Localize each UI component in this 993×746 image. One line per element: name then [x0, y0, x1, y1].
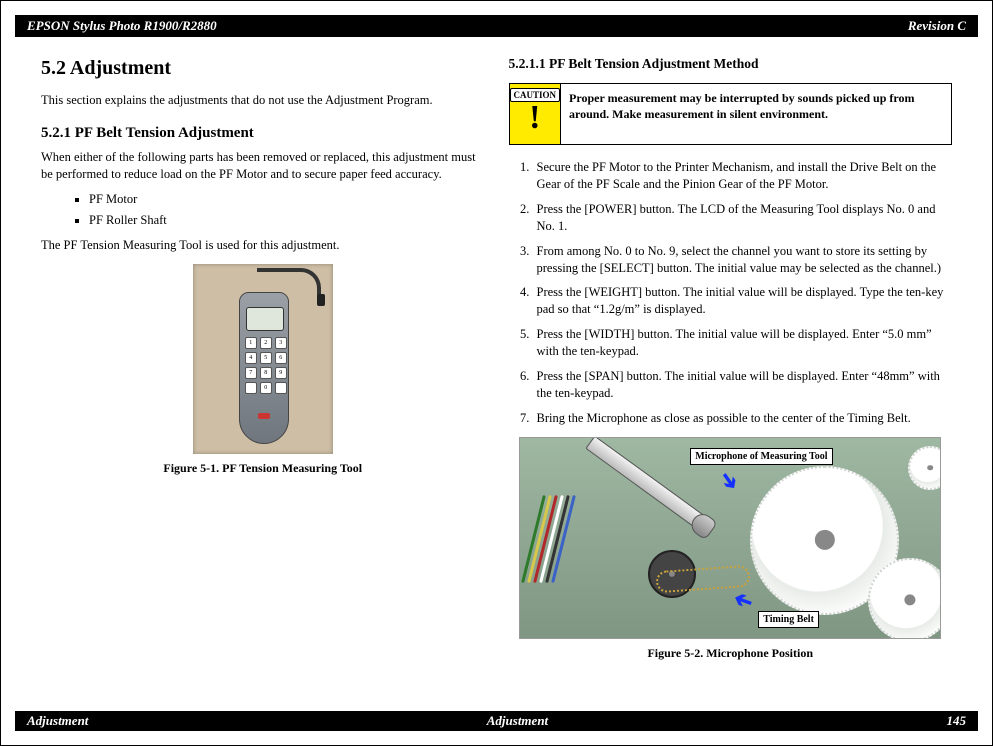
- microphone-tip: [688, 509, 719, 540]
- mechanism-image: Microphone of Measuring Tool ➔ Timing Be…: [519, 437, 941, 639]
- key: 1: [245, 337, 257, 349]
- intro-paragraph: This section explains the adjustments th…: [41, 92, 485, 109]
- section-heading: 5.2 Adjustment: [41, 55, 485, 82]
- step-item: Press the [WIDTH] button. The initial va…: [533, 326, 953, 360]
- key: [275, 382, 287, 394]
- footer-left: Adjustment: [27, 713, 88, 729]
- header-left: EPSON Stylus Photo R1900/R2880: [27, 18, 217, 34]
- key: 8: [260, 367, 272, 379]
- step-item: From among No. 0 to No. 9, select the ch…: [533, 243, 953, 277]
- callout-timing-belt: Timing Belt: [758, 611, 819, 629]
- figure-caption: Figure 5-1. PF Tension Measuring Tool: [41, 460, 485, 476]
- medium-gear: [868, 558, 941, 639]
- subsubsection-heading: 5.2.1.1 PF Belt Tension Adjustment Metho…: [509, 55, 953, 73]
- page-content: 5.2 Adjustment This section explains the…: [1, 37, 992, 661]
- tool-red-button: [258, 413, 270, 419]
- callout-microphone: Microphone of Measuring Tool: [690, 448, 832, 466]
- key: 9: [275, 367, 287, 379]
- tool-screen: [246, 307, 284, 331]
- figure-5-2: Microphone of Measuring Tool ➔ Timing Be…: [509, 437, 953, 661]
- bullet-list: PF Motor PF Roller Shaft: [89, 191, 485, 229]
- paragraph: When either of the following parts has b…: [41, 149, 485, 183]
- caution-box: CAUTION ! Proper measurement may be inte…: [509, 83, 953, 145]
- footer-bar: Adjustment Adjustment 145: [15, 711, 978, 731]
- subsection-heading: 5.2.1 PF Belt Tension Adjustment: [41, 123, 485, 143]
- caution-label: CAUTION !: [510, 84, 562, 144]
- tension-tool-image: 1 2 3 4 5 6 7 8 9 0: [193, 264, 333, 454]
- key: 2: [260, 337, 272, 349]
- wire-bundle: [526, 494, 616, 594]
- tool-body: 1 2 3 4 5 6 7 8 9 0: [239, 292, 289, 444]
- key: 5: [260, 352, 272, 364]
- step-item: Bring the Microphone as close as possibl…: [533, 410, 953, 427]
- key: 6: [275, 352, 287, 364]
- footer-center: Adjustment: [487, 713, 548, 729]
- procedure-steps: Secure the PF Motor to the Printer Mecha…: [509, 159, 953, 426]
- exclamation-icon: !: [529, 103, 540, 133]
- footer-right: 145: [947, 713, 967, 729]
- key: [245, 382, 257, 394]
- list-item: PF Motor: [89, 191, 485, 208]
- small-gear: [908, 446, 941, 490]
- header-bar: EPSON Stylus Photo R1900/R2880 Revision …: [15, 15, 978, 37]
- list-item: PF Roller Shaft: [89, 212, 485, 229]
- arrow-icon: ➔: [712, 464, 747, 496]
- caution-text: Proper measurement may be interrupted by…: [561, 84, 951, 144]
- step-item: Press the [WEIGHT] button. The initial v…: [533, 284, 953, 318]
- left-column: 5.2 Adjustment This section explains the…: [41, 55, 485, 661]
- header-right: Revision C: [908, 18, 966, 34]
- paragraph: The PF Tension Measuring Tool is used fo…: [41, 237, 485, 254]
- right-column: 5.2.1.1 PF Belt Tension Adjustment Metho…: [509, 55, 953, 661]
- tool-keypad: 1 2 3 4 5 6 7 8 9 0: [245, 337, 283, 394]
- key: 3: [275, 337, 287, 349]
- step-item: Secure the PF Motor to the Printer Mecha…: [533, 159, 953, 193]
- figure-5-1: 1 2 3 4 5 6 7 8 9 0 Fi: [41, 264, 485, 476]
- step-item: Press the [SPAN] button. The initial val…: [533, 368, 953, 402]
- step-item: Press the [POWER] button. The LCD of the…: [533, 201, 953, 235]
- key: 4: [245, 352, 257, 364]
- tool-plug: [317, 294, 325, 306]
- key: 0: [260, 382, 272, 394]
- figure-caption: Figure 5-2. Microphone Position: [509, 645, 953, 661]
- key: 7: [245, 367, 257, 379]
- arrow-icon: ➔: [730, 583, 757, 617]
